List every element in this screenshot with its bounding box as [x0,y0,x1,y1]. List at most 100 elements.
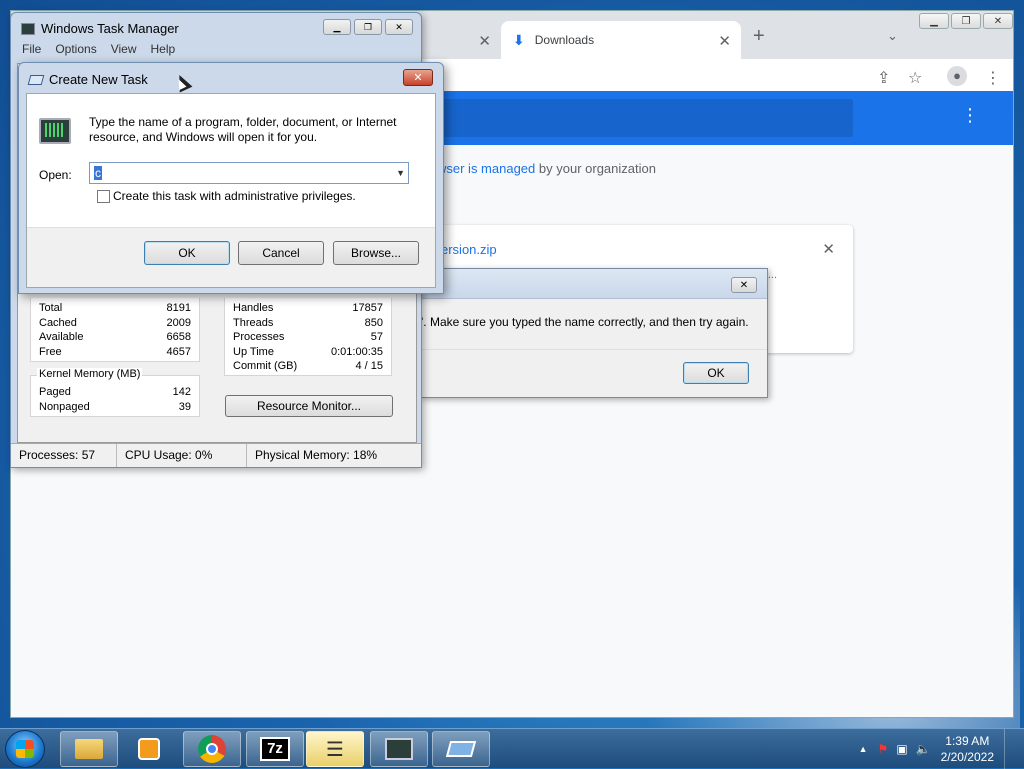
status-processes: Processes: 57 [11,444,117,467]
error-dialog: ✕ '. Make sure you typed the name correc… [420,268,768,398]
task-manager-taskbar-button[interactable] [370,731,428,767]
admin-privileges-checkbox[interactable] [97,190,110,203]
download-icon: ⬇ [513,31,525,48]
folder-icon [75,739,103,759]
error-message: '. Make sure you typed the name correctl… [421,315,749,329]
task-manager-title: Windows Task Manager [41,21,179,36]
run-icon [445,741,477,757]
create-task-close-button[interactable]: ✕ [403,69,433,86]
memory-row: Cached 2009 [39,316,191,329]
close-button[interactable]: ✕ [983,13,1013,29]
downloads-menu-icon[interactable]: ⋮ [961,105,979,126]
task-manager-icon [21,22,35,35]
cancel-button[interactable]: Cancel [238,241,324,265]
managed-notice: wser is managed by your organization [437,161,656,176]
maximize-button[interactable]: ❐ [354,19,382,35]
create-task-title: Create New Task [49,72,148,87]
status-memory: Physical Memory: 18% [255,448,378,462]
menu-help[interactable]: Help [144,40,183,60]
7zip-taskbar-button[interactable]: 7z [246,731,304,767]
menu-view[interactable]: View [104,40,144,60]
system-tray: ▲ ⚑ ▣ 🔈 1:39 AM 2/20/2022 [859,729,1014,769]
tab-close-icon[interactable]: ✕ [478,32,491,50]
run-program-icon [39,118,71,144]
taskbar: 7z ☰ ▲ ⚑ ▣ 🔈 1:39 AM 2/20/2022 [0,728,1024,769]
managed-text: by your organization [535,161,656,176]
error-close-button[interactable]: ✕ [731,277,757,293]
media-player-taskbar-button[interactable] [120,731,178,767]
create-task-body: Type the name of a program, folder, docu… [26,93,436,288]
kernel-row: Paged 142 [39,386,191,398]
kernel-memory-group: Kernel Memory (MB) Paged 142 Nonpaged 39 [30,368,200,417]
physical-memory-group: Total 8191 Cached 2009 Available 6658 Free 4… [30,298,200,362]
maximize-button[interactable]: ❐ [951,13,981,29]
chrome-taskbar-button[interactable] [183,731,241,767]
kernel-memory-title: Kernel Memory (MB) [37,368,143,380]
error-ok-button[interactable]: OK [683,362,749,384]
open-label: Open: [39,168,72,182]
bookmark-star-icon[interactable]: ☆ [908,68,922,88]
error-dialog-titlebar: ✕ [421,269,767,299]
task-manager-titlebar: Windows Task Manager [21,21,179,36]
show-hidden-icons-button[interactable]: ▲ [859,744,868,754]
network-icon[interactable]: ▣ [896,742,907,756]
open-input-value[interactable]: c [94,166,102,180]
menu-options[interactable]: Options [48,40,103,60]
create-task-footer: OK Cancel Browse... [27,227,435,287]
profile-avatar-icon[interactable]: ● [947,66,967,86]
share-icon[interactable]: ⇪ [877,68,890,88]
show-desktop-button[interactable] [1004,729,1014,769]
memory-row: Total 8191 [39,302,191,314]
system-row: Up Time 0:01:00:35 [233,345,383,358]
close-button[interactable]: ✕ [385,19,413,35]
notepad-taskbar-button[interactable]: ☰ [306,731,364,767]
system-row: Threads 850 [233,316,383,329]
run-taskbar-button[interactable] [432,731,490,767]
windows-logo-icon [16,740,34,758]
open-combobox[interactable]: c ▼ [89,162,409,184]
tab-close-icon[interactable]: ✕ [718,32,731,50]
create-task-icon [27,74,45,85]
task-manager-menubar: File Options View Help [15,40,417,60]
menu-file[interactable]: File [15,40,48,60]
chrome-icon [198,735,226,763]
task-manager-window-controls: ▁ ❐ ✕ [320,19,413,35]
downloads-search-bar[interactable] [431,99,853,137]
volume-icon[interactable]: 🔈 [916,742,931,756]
create-task-titlebar: Create New Task [27,72,148,87]
explorer-taskbar-button[interactable] [60,731,118,767]
remove-download-icon[interactable]: ✕ [822,240,835,258]
dropdown-arrow-icon[interactable]: ▼ [396,168,405,178]
admin-privileges-label[interactable]: Create this task with administrative pri… [113,189,356,203]
status-cpu: CPU Usage: 0% [117,444,247,467]
download-dots: ... [767,269,777,281]
action-center-icon[interactable]: ⚑ [878,742,889,756]
minimize-button[interactable]: ▁ [919,13,949,29]
download-filename-link[interactable]: ersion.zip [441,242,497,257]
media-player-icon [138,738,160,760]
chrome-window-controls: ▁ ❐ ✕ [917,13,1013,29]
minimize-button[interactable]: ▁ [323,19,351,35]
ok-button[interactable]: OK [144,241,230,265]
tab-title: Downloads [534,33,595,47]
clock-time: 1:39 AM [945,734,990,748]
error-dialog-footer: OK [421,349,767,397]
new-tab-button[interactable]: + [753,25,765,48]
memory-row: Free 4657 [39,345,191,358]
tab-search-icon[interactable]: ⌄ [887,28,898,44]
7zip-icon: 7z [260,737,290,761]
list-icon: ☰ [326,738,344,761]
system-group: Handles 17857 Threads 850 Processes 57 Up T… [224,298,392,376]
task-manager-statusbar: Processes: 57 CPU Usage: 0% Physical Mem… [11,443,421,467]
start-button[interactable] [5,730,45,768]
chrome-tab-downloads[interactable]: ⬇ Downloads ✕ [501,21,741,59]
system-row: Commit (GB) 4 / 15 [233,360,383,372]
resource-monitor-button[interactable]: Resource Monitor... [225,395,393,417]
clock[interactable]: 1:39 AM 2/20/2022 [941,733,994,765]
clock-date: 2/20/2022 [940,750,994,764]
menu-kebab-icon[interactable]: ⋮ [985,68,1001,88]
browse-button[interactable]: Browse... [333,241,419,265]
kernel-row: Nonpaged 39 [39,400,191,413]
memory-row: Available 6658 [39,331,191,343]
managed-link[interactable]: wser is managed [437,161,535,176]
